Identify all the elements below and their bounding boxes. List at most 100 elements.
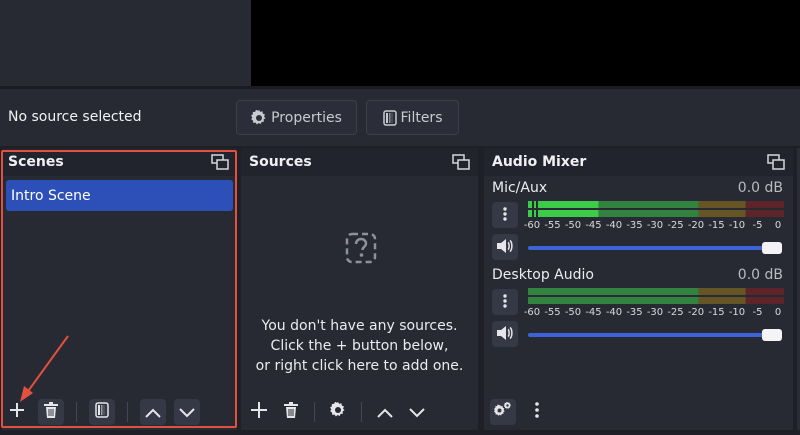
mic-aux-volume-knob[interactable]	[762, 242, 782, 254]
properties-button[interactable]: Properties	[236, 100, 357, 135]
plus-icon	[9, 402, 25, 422]
desktop-audio-volume-knob[interactable]	[762, 329, 782, 341]
meter-tick-label: -5	[752, 220, 763, 231]
meter-channel-divider	[528, 208, 784, 210]
meter-tick-label: -10	[728, 307, 746, 318]
sources-dock-header: Sources	[241, 148, 478, 176]
add-source-button[interactable]	[246, 399, 272, 425]
toolbar-separator	[76, 402, 77, 422]
undock-icon[interactable]	[211, 154, 229, 170]
meter-tick-label: -20	[687, 220, 705, 231]
toolbar-separator	[361, 402, 362, 422]
empty-line: You don't have any sources.	[261, 318, 458, 334]
scene-filters-button[interactable]	[89, 399, 115, 425]
audio-mixer-dock: Audio Mixer Mic/Aux 0.0 dB -60 -55 -50 -45-…	[484, 148, 793, 430]
scenes-list[interactable]: Intro Scene	[2, 176, 237, 394]
sources-toolbar	[241, 394, 478, 430]
vertical-dots-icon	[535, 402, 539, 422]
scene-item-label: Intro Scene	[11, 188, 91, 204]
remove-scene-button[interactable]	[38, 399, 64, 425]
meter-tick-label: -40	[605, 220, 623, 231]
meter-channel-divider	[528, 295, 784, 297]
meter-tick-label: -55	[544, 307, 561, 318]
chevron-up-icon	[377, 403, 393, 422]
move-source-up-button[interactable]	[372, 399, 398, 425]
mic-aux-volume-meter	[528, 201, 784, 217]
sources-list[interactable]: You don't have any sources. Click the + …	[241, 176, 478, 394]
chevron-down-icon	[409, 403, 425, 422]
empty-line: Click the + button below,	[270, 338, 449, 354]
vertical-dots-icon	[503, 206, 507, 225]
meter-tick-label: -45	[585, 307, 602, 318]
move-scene-down-button[interactable]	[174, 399, 200, 425]
undock-icon[interactable]	[767, 154, 785, 170]
trash-icon	[44, 402, 58, 422]
scenes-dock-header: Scenes	[2, 148, 237, 176]
meter-tick-label: -30	[646, 220, 664, 231]
meter-tick-label: -10	[728, 220, 746, 231]
trash-icon	[284, 402, 298, 422]
gear-icon	[251, 109, 267, 126]
audio-mixer-dock-header: Audio Mixer	[484, 148, 793, 176]
meter-tick-label: -25	[667, 220, 684, 231]
meter-tick-label: -35	[626, 220, 643, 231]
channel-level: 0.0 dB	[737, 180, 783, 196]
sources-dock: Sources You don't have any sources. Clic…	[241, 148, 478, 430]
channel-level: 0.0 dB	[737, 267, 783, 283]
audio-mixer-toolbar	[484, 394, 793, 430]
meter-tick-label: -20	[687, 307, 705, 318]
scenes-toolbar	[2, 394, 237, 430]
audio-mixer-menu-button[interactable]	[524, 399, 550, 425]
meter-tick-label: -60	[523, 307, 541, 318]
meter-tick-label: -15	[708, 307, 725, 318]
advanced-audio-button[interactable]	[490, 399, 516, 425]
preview-side-panel	[0, 0, 251, 86]
meter-tick-label: -50	[564, 307, 582, 318]
sources-empty-message: You don't have any sources. Click the + …	[241, 316, 478, 376]
add-scene-button[interactable]	[4, 399, 30, 425]
meter-tick-label: -35	[626, 307, 643, 318]
meter-tick-label: 0	[774, 307, 782, 318]
filters-button[interactable]: Filters	[366, 100, 459, 135]
desktop-audio-meter-scale: -60 -55 -50 -45 -40 -35 -30 -25 -20 -15 -10 -5 0	[524, 307, 786, 321]
preview-canvas[interactable]	[251, 0, 800, 86]
filters-label: Filters	[400, 109, 443, 126]
mic-aux-volume-slider[interactable]	[528, 246, 780, 250]
toolbar-separator	[127, 402, 128, 422]
move-scene-up-button[interactable]	[140, 399, 166, 425]
audio-mixer-body: Mic/Aux 0.0 dB -60 -55 -50 -45 -40 -35 -30 -25-…	[484, 176, 793, 394]
meter-tick-label: -50	[564, 220, 582, 231]
undock-icon[interactable]	[452, 154, 470, 170]
mic-aux-meter-scale: -60 -55 -50 -45 -40 -35 -30 -25 -20 -15 -10 -5 0	[524, 220, 786, 234]
meter-tick-label: 0	[774, 220, 782, 231]
sources-title: Sources	[249, 154, 312, 170]
filter-icon	[382, 109, 397, 126]
scenes-title: Scenes	[8, 154, 64, 170]
toolbar-separator	[314, 402, 315, 422]
audio-mixer-title: Audio Mixer	[492, 154, 587, 170]
speaker-icon	[497, 325, 513, 344]
move-source-down-button[interactable]	[404, 399, 430, 425]
meter-tick-label: -25	[667, 307, 684, 318]
empty-line: or right click here to add one.	[255, 358, 464, 374]
mic-aux-menu-button[interactable]	[492, 202, 518, 228]
remove-source-button[interactable]	[278, 399, 304, 425]
desktop-audio-volume-slider[interactable]	[528, 333, 780, 337]
chevron-down-icon	[179, 403, 195, 422]
desktop-audio-mute-button[interactable]	[492, 321, 518, 347]
speaker-icon	[497, 238, 513, 257]
plus-icon	[250, 401, 268, 423]
meter-tick-label: -55	[544, 220, 561, 231]
gears-icon	[494, 402, 512, 422]
desktop-audio-menu-button[interactable]	[492, 289, 518, 315]
meter-tick-label: -15	[708, 220, 725, 231]
mic-aux-mute-button[interactable]	[492, 234, 518, 260]
scene-item-intro[interactable]: Intro Scene	[6, 180, 233, 211]
chevron-up-icon	[145, 403, 161, 422]
gear-icon	[330, 401, 346, 422]
question-icon	[345, 232, 377, 268]
meter-tick-label: -40	[605, 307, 623, 318]
source-properties-button[interactable]	[325, 399, 351, 425]
meter-tick-label: -45	[585, 220, 602, 231]
scenes-dock: Scenes Intro Scene	[2, 148, 237, 430]
